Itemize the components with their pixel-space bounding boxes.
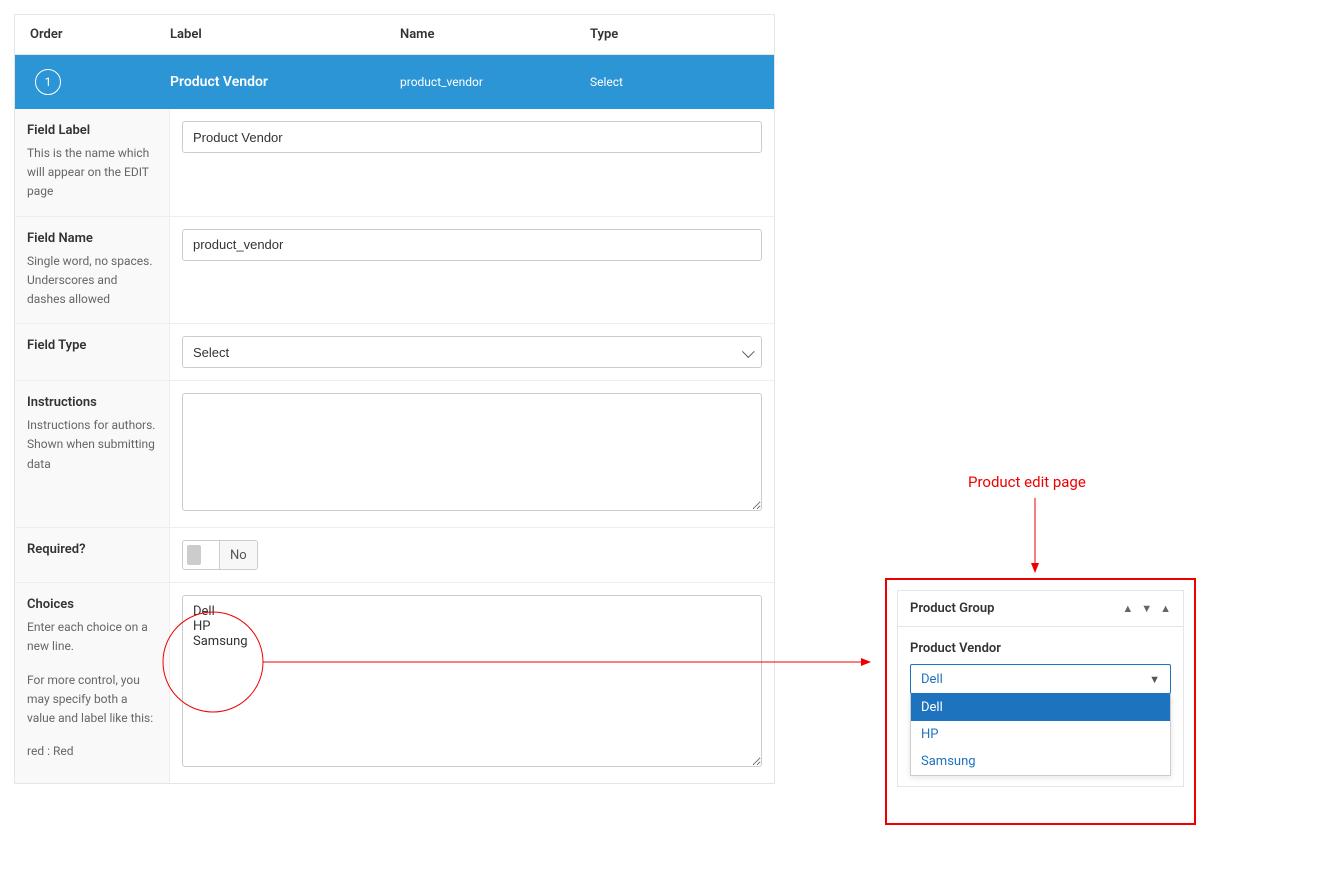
widget-title: Product Group	[910, 601, 994, 616]
field-name-input[interactable]	[182, 229, 762, 261]
preview-selected-value: Dell	[921, 672, 943, 687]
field-name-desc: Single word, no spaces. Underscores and …	[27, 252, 157, 310]
field-row-name: Field Name Single word, no spaces. Under…	[15, 217, 774, 325]
field-row-type: Field Type Select	[15, 324, 774, 381]
field-row-label: Field Label This is the name which will …	[15, 109, 774, 217]
preview-widget: Product Group ▲ ▼ ▲ Product Vendor Dell …	[897, 590, 1184, 787]
field-type-title: Field Type	[27, 338, 157, 353]
chevron-down-icon: ▼	[1149, 673, 1160, 686]
field-name-title: Field Name	[27, 231, 157, 246]
required-toggle-label: No	[219, 540, 257, 570]
order-badge: 1	[35, 69, 61, 95]
preview-options-list: Dell HP Samsung	[910, 694, 1171, 776]
field-row-required: Required? No	[15, 528, 774, 583]
choices-textarea[interactable]	[182, 595, 762, 767]
choices-desc3: red : Red	[27, 742, 157, 761]
table-header: Order Label Name Type	[15, 15, 774, 55]
move-down-icon[interactable]: ▼	[1141, 602, 1152, 615]
instructions-title: Instructions	[27, 395, 157, 410]
preview-select[interactable]: Dell ▼ Dell HP Samsung	[910, 664, 1171, 776]
preview-option[interactable]: Samsung	[911, 748, 1170, 775]
required-toggle[interactable]: No	[182, 540, 258, 570]
annotation-label: Product edit page	[968, 473, 1086, 491]
field-type-select[interactable]: Select	[182, 336, 762, 368]
header-label: Label	[170, 27, 400, 42]
header-type: Type	[590, 27, 774, 42]
field-row-choices: Choices Enter each choice on a new line.…	[15, 583, 774, 783]
preview-box: Product Group ▲ ▼ ▲ Product Vendor Dell …	[885, 578, 1196, 825]
preview-option[interactable]: HP	[911, 721, 1170, 748]
header-name: Name	[400, 27, 590, 42]
summary-type: Select	[590, 75, 774, 89]
summary-name: product_vendor	[400, 75, 590, 89]
field-label-title: Field Label	[27, 123, 157, 138]
required-title: Required?	[27, 542, 157, 557]
instructions-textarea[interactable]	[182, 393, 762, 511]
preview-field-label: Product Vendor	[910, 641, 1171, 656]
move-up-icon[interactable]: ▲	[1122, 602, 1133, 615]
header-order: Order	[15, 27, 170, 42]
instructions-desc: Instructions for authors. Shown when sub…	[27, 416, 157, 474]
field-summary-row[interactable]: 1 Product Vendor product_vendor Select	[15, 55, 774, 109]
field-row-instructions: Instructions Instructions for authors. S…	[15, 381, 774, 528]
choices-desc2: For more control, you may specify both a…	[27, 671, 157, 729]
field-label-desc: This is the name which will appear on th…	[27, 144, 157, 202]
preview-option[interactable]: Dell	[911, 694, 1170, 721]
field-label-input[interactable]	[182, 121, 762, 153]
summary-label: Product Vendor	[170, 74, 400, 90]
collapse-icon[interactable]: ▲	[1160, 602, 1171, 615]
choices-desc1: Enter each choice on a new line.	[27, 618, 157, 656]
choices-title: Choices	[27, 597, 157, 612]
field-config-panel: Order Label Name Type 1 Product Vendor p…	[14, 14, 775, 784]
